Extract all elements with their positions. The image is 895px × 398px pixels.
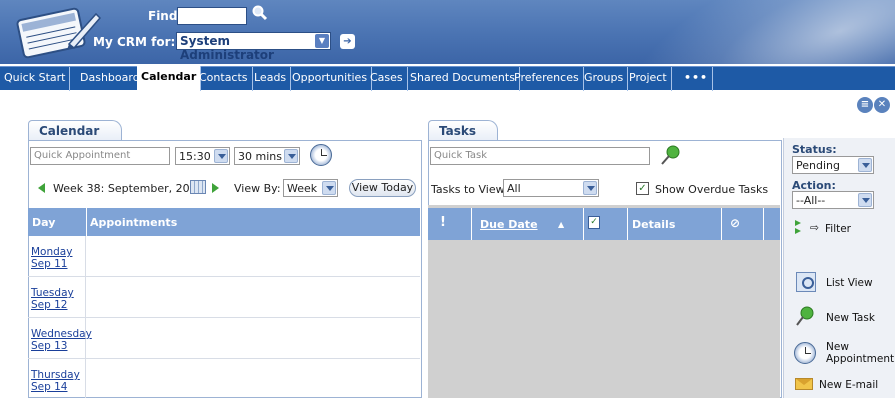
view-by-label: View By: — [234, 182, 281, 195]
search-icon[interactable] — [252, 5, 268, 21]
go-arrow-icon[interactable]: ➔ — [340, 34, 355, 49]
week-label: Week 38: September, 2006 — [53, 182, 204, 195]
col-appointments: Appointments — [90, 216, 178, 229]
add-appointment-clock-icon[interactable] — [310, 144, 332, 166]
status-label: Status: — [792, 143, 837, 156]
day-date-link[interactable]: Sep 12 — [31, 299, 85, 311]
col-priority: ! — [440, 215, 446, 230]
tasks-to-view-label: Tasks to View: — [431, 183, 508, 196]
chevron-down-icon: ▼ — [315, 34, 329, 48]
time-select[interactable]: 15:30 — [175, 147, 230, 165]
email-icon[interactable] — [795, 378, 813, 390]
day-link[interactable]: Monday — [31, 246, 85, 258]
list-view-link[interactable]: List View — [826, 277, 873, 289]
tab-project[interactable]: Project — [625, 67, 672, 91]
chevron-down-icon — [858, 193, 872, 207]
day-link[interactable]: Wednesday — [31, 328, 92, 340]
tab-groups[interactable]: Groups — [580, 67, 629, 91]
action-select[interactable]: --All-- — [792, 191, 874, 209]
quick-appointment-input[interactable]: Quick Appointment — [30, 147, 170, 165]
show-overdue-checkbox[interactable]: ✓ — [636, 182, 649, 195]
day-link[interactable]: Thursday — [31, 369, 85, 381]
tab-opportunities[interactable]: Opportunities — [288, 67, 373, 91]
tab-dashboard[interactable]: Dashboard — [76, 67, 145, 91]
col-details: Details — [632, 218, 676, 231]
view-today-button[interactable]: View Today — [349, 179, 416, 197]
table-row: Tuesday Sep 12 — [28, 277, 420, 318]
list-view-icon[interactable] — [796, 272, 816, 292]
tasks-to-view-select[interactable]: All — [503, 179, 599, 197]
day-date-link[interactable]: Sep 13 — [31, 340, 85, 352]
tab-cases[interactable]: Cases — [366, 67, 408, 91]
completed-checkbox-icon: ✓ — [588, 216, 600, 229]
sort-asc-icon: ▲ — [558, 220, 565, 229]
col-due-date[interactable]: Due Date — [480, 218, 538, 231]
new-task-pin-icon[interactable] — [794, 305, 816, 327]
quick-appointment-placeholder: Quick Appointment — [34, 150, 131, 161]
tab-leads[interactable]: Leads — [250, 67, 292, 91]
table-row: Thursday Sep 14 — [28, 359, 420, 398]
tasks-table-header: ! Due Date ▲ ✓ Details ⊘ — [428, 208, 780, 240]
quick-task-placeholder: Quick Task — [434, 150, 488, 161]
crm-logo-icon — [16, 7, 102, 59]
find-input[interactable] — [177, 7, 247, 25]
col-day: Day — [32, 216, 56, 229]
tab-preferences[interactable]: Preferences — [510, 67, 584, 91]
new-appointment-link-1[interactable]: New — [826, 341, 849, 353]
quick-task-input[interactable]: Quick Task — [430, 147, 650, 165]
status-value: Pending — [796, 159, 840, 172]
appointments-table-header: Day Appointments — [28, 208, 420, 236]
tab-calendar[interactable]: Calendar — [137, 66, 202, 91]
calendar-picker-icon[interactable] — [190, 180, 206, 194]
calendar-panel-tab: Calendar — [28, 120, 122, 141]
tab-shared-documents[interactable]: Shared Documents — [406, 67, 520, 91]
app-header: Find: My CRM for: System Administrator ▼… — [0, 0, 895, 64]
mycrm-label: My CRM for: — [93, 35, 176, 49]
filter-icon[interactable] — [793, 218, 807, 236]
tasks-title: Tasks — [439, 124, 477, 138]
duration-value: 30 mins — [238, 150, 282, 163]
filter-link[interactable]: Filter — [825, 223, 851, 235]
view-by-select[interactable]: Week — [283, 179, 338, 197]
chevron-down-icon — [214, 149, 228, 163]
day-date-link[interactable]: Sep 14 — [31, 381, 85, 393]
help-icon[interactable]: ≡ — [857, 97, 873, 113]
table-row: Monday Sep 11 — [28, 236, 420, 277]
day-date-link[interactable]: Sep 11 — [31, 258, 85, 270]
view-by-value: Week — [287, 182, 318, 195]
chevron-down-icon — [583, 181, 597, 195]
next-week-icon[interactable] — [212, 183, 219, 193]
duration-select[interactable]: 30 mins — [234, 147, 300, 165]
header-decoration — [600, 0, 895, 64]
tab-quick-start[interactable]: Quick Start — [0, 67, 71, 91]
tasks-to-view-value: All — [507, 182, 521, 195]
tasks-panel-tab: Tasks — [428, 120, 498, 141]
time-value: 15:30 — [179, 150, 211, 163]
day-link[interactable]: Tuesday — [31, 287, 85, 299]
calendar-title: Calendar — [39, 124, 100, 138]
new-email-link[interactable]: New E-mail — [819, 379, 878, 391]
action-value: --All-- — [796, 194, 826, 207]
new-appointment-clock-icon[interactable] — [794, 342, 816, 364]
appointments-table: Day Appointments Monday Sep 11 Tuesday Sep… — [28, 208, 420, 398]
chevron-down-icon — [284, 149, 298, 163]
close-icon[interactable]: ✕ — [874, 97, 890, 113]
status-select[interactable]: Pending — [792, 156, 874, 174]
user-select-value: System Administrator — [180, 34, 274, 62]
add-task-pin-icon[interactable] — [659, 145, 681, 167]
main-tabbar: Quick Start Dashboard Calendar Contacts … — [0, 66, 895, 91]
tab-more[interactable]: ••• — [680, 67, 714, 91]
chevron-down-icon — [322, 181, 336, 195]
table-row: Wednesday Sep 13 — [28, 318, 420, 359]
chevron-down-icon — [858, 158, 872, 172]
prev-week-icon[interactable] — [38, 183, 45, 193]
user-select[interactable]: System Administrator ▼ — [176, 32, 331, 62]
attachment-icon: ⊘ — [730, 216, 741, 230]
new-appointment-link-2[interactable]: Appointment — [826, 353, 894, 365]
show-overdue-label: Show Overdue Tasks — [655, 183, 769, 196]
filter-arrow-icon: ⇨ — [810, 222, 819, 234]
tab-contacts[interactable]: Contacts — [195, 67, 253, 91]
new-task-link[interactable]: New Task — [826, 312, 875, 324]
